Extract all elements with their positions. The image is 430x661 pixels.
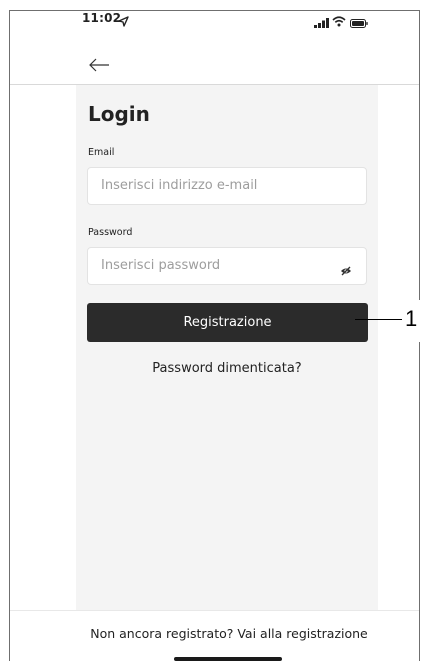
wifi-icon xyxy=(332,12,346,27)
login-form: Login Email Inserisci indirizzo e-mail P… xyxy=(76,85,378,610)
email-placeholder: Inserisci indirizzo e-mail xyxy=(101,178,258,193)
cellular-signal-icon xyxy=(314,13,330,28)
frame-border-right xyxy=(419,10,420,300)
callout-number: 1 xyxy=(405,306,418,331)
footer: Non ancora registrato? Vai alla registra… xyxy=(10,610,419,661)
register-button[interactable]: Registrazione xyxy=(87,303,368,342)
password-label: Password xyxy=(88,227,133,238)
back-arrow-icon[interactable] xyxy=(88,57,110,73)
email-field[interactable]: Inserisci indirizzo e-mail xyxy=(87,167,367,205)
location-arrow-icon xyxy=(118,12,129,27)
password-placeholder: Inserisci password xyxy=(101,258,221,273)
page-title: Login xyxy=(88,102,150,126)
status-time: 11:02 xyxy=(82,11,122,25)
go-to-registration-link[interactable]: Non ancora registrato? Vai alla registra… xyxy=(10,626,430,641)
frame-border-right-lower xyxy=(419,342,420,661)
password-field[interactable]: Inserisci password xyxy=(87,247,367,285)
battery-icon xyxy=(350,13,368,28)
forgot-password-link[interactable]: Password dimenticata? xyxy=(76,361,378,376)
eye-off-icon[interactable] xyxy=(340,261,352,276)
email-label: Email xyxy=(88,147,115,158)
page: 11:02 Login Email Inserisci indirizzo e-… xyxy=(0,0,430,661)
callout-line xyxy=(355,319,402,320)
frame-border-left xyxy=(9,10,10,661)
home-indicator xyxy=(174,657,282,661)
navigation-bar xyxy=(10,47,419,85)
